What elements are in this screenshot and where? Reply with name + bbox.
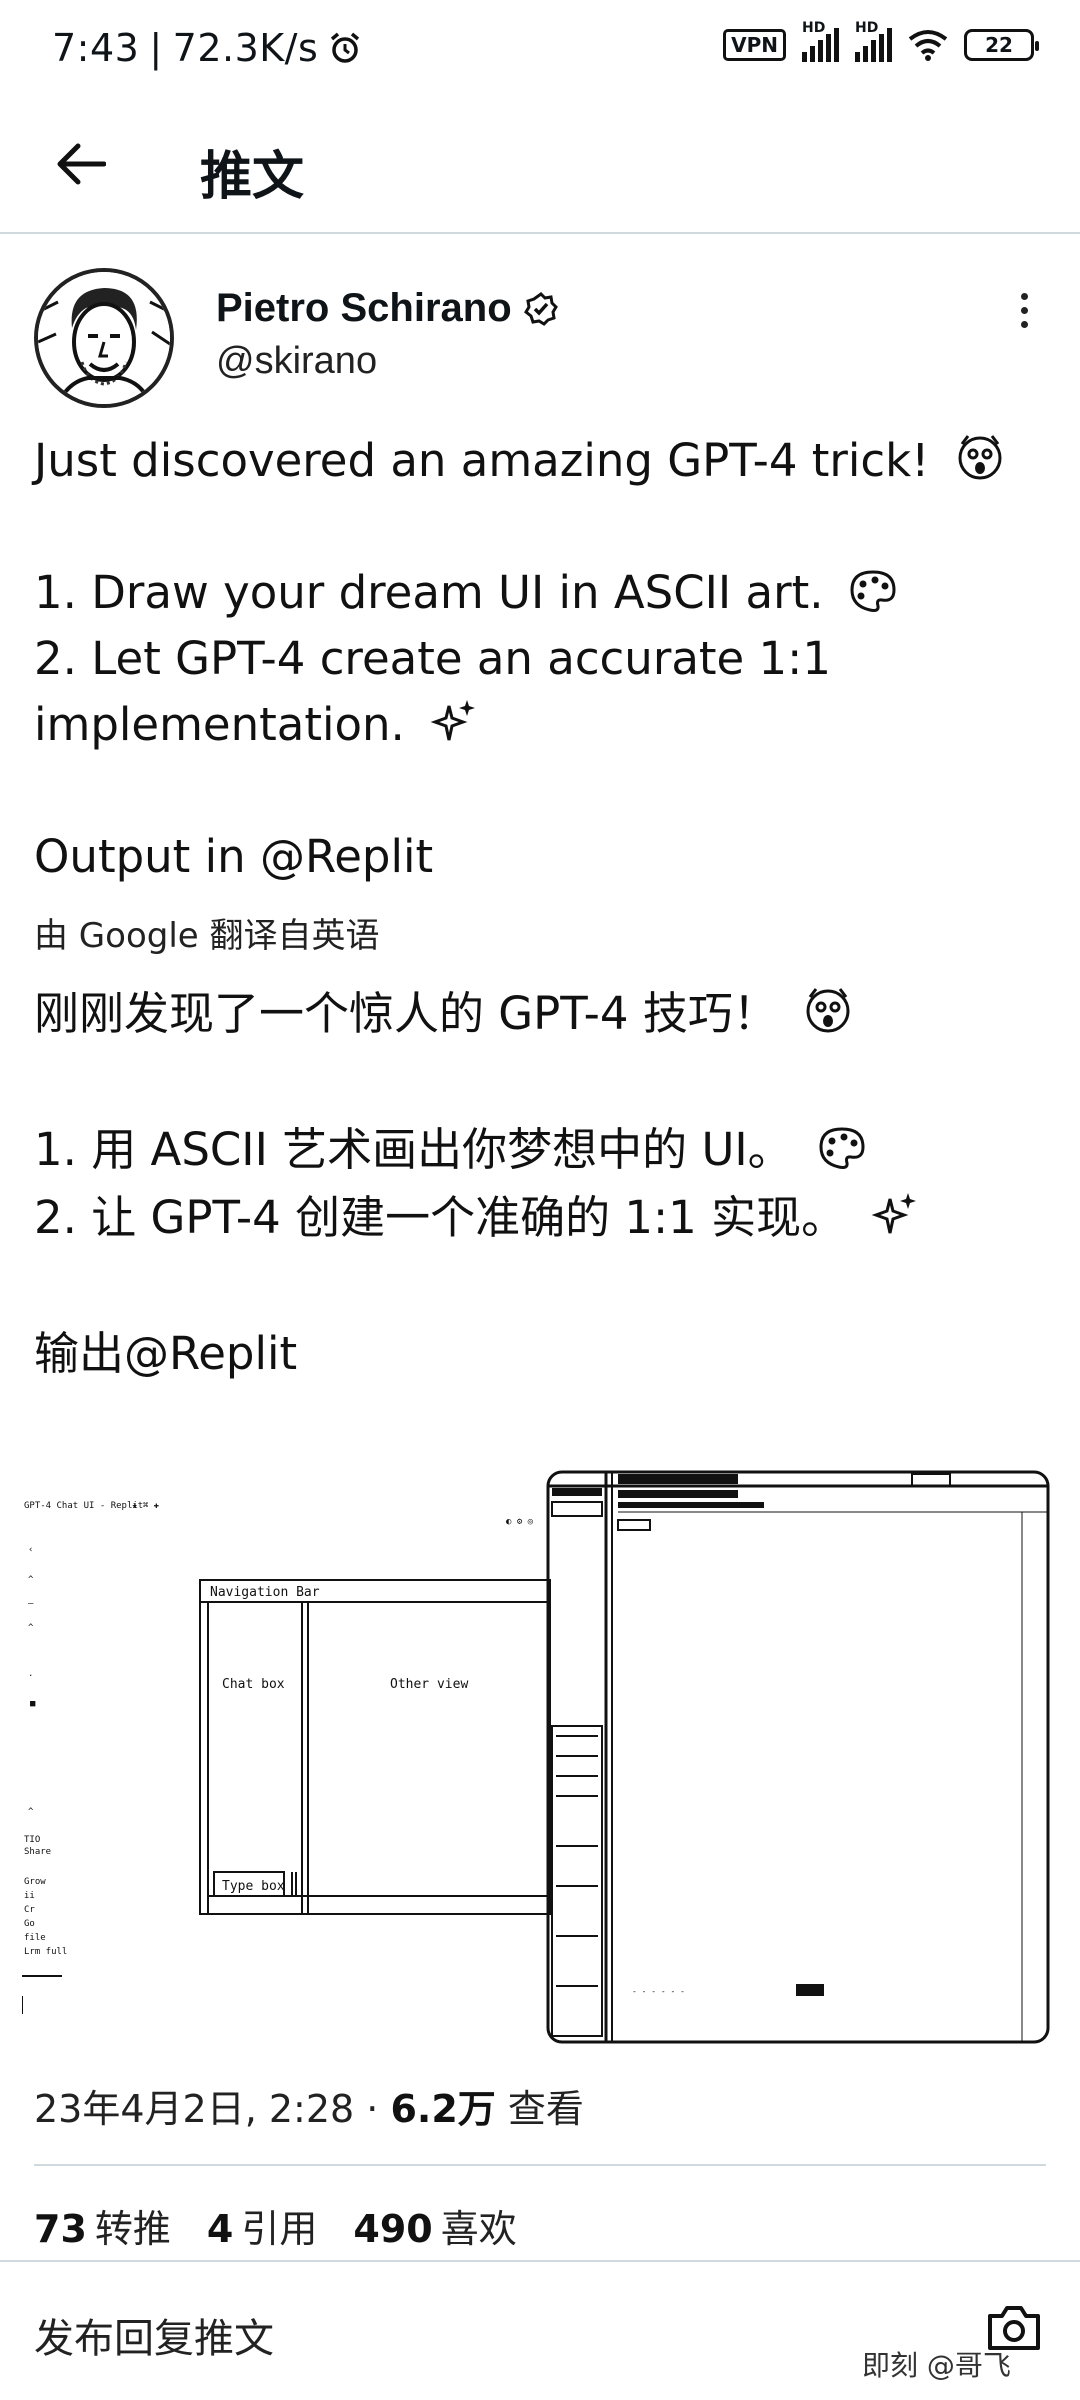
svg-text:- - - - - -: - - - - - - [632,1987,685,1996]
alarm-icon [331,32,360,63]
svg-text:★ ⌘ ✚: ★ ⌘ ✚ [132,1501,160,1511]
watermark: 即刻 @哥飞 [862,2349,1011,2382]
more-vertical-icon [1020,292,1028,300]
signal-icon-2: HD [855,20,892,62]
back-button[interactable] [44,128,116,200]
svg-text:^: ^ [28,1575,34,1585]
scream-emoji-icon [958,435,1002,480]
status-left: 7:43 | 72.3K/s [52,26,362,70]
author-name-text: Pietro Schirano [216,286,512,330]
svg-text:■: ■ [30,1699,36,1709]
likes-stat[interactable]: 490 喜欢 [353,2198,516,2253]
avatar[interactable] [34,268,174,408]
svg-text:.: . [28,1669,33,1679]
status-net-speed: 72.3K/s [172,26,319,70]
tweet-line: implementation. [34,692,1044,758]
svg-text:^: ^ [28,1623,34,1633]
battery-level: 22 [985,33,1013,57]
svg-text:◐ ⚙ ◎: ◐ ⚙ ◎ [506,1517,534,1527]
views-count: 6.2万 [390,2087,496,2131]
tweet-line: 2. Let GPT-4 create an accurate 1:1 [34,632,831,685]
author-name[interactable]: Pietro Schirano [216,286,558,331]
arrow-left-icon [57,143,106,185]
svg-text:‹: ‹ [28,1545,33,1555]
retweets-stat[interactable]: 73 转推 [34,2198,171,2253]
scream-emoji-icon [806,988,850,1033]
translated-line: 1. 用 ASCII 艺术画出你梦想中的 UI。 [34,1116,1044,1184]
svg-text:ii: ii [24,1891,35,1901]
media-other-view-label: Other view [390,1677,468,1692]
author-handle[interactable]: @skirano [216,340,377,383]
vpn-badge: VPN [723,29,786,61]
top-app-bar: 推文 [0,100,1080,234]
more-options-button[interactable] [1000,286,1048,334]
tweet-timestamp[interactable]: 23年4月2日, 2:28 · 6.2万 查看 [34,2078,584,2133]
svg-text:TIO: TIO [24,1835,40,1845]
quotes-stat[interactable]: 4 引用 [207,2198,317,2253]
media-type-box-label: Type box [222,1879,285,1894]
svg-text:Go: Go [24,1919,35,1929]
svg-text:—: — [28,1599,34,1609]
palette-emoji-icon [819,1127,865,1169]
reply-input[interactable]: 发布回复推文 [34,2306,274,2364]
media-screenshot: GPT-4 Chat UI - Replit ★ ⌘ ✚ ‹ ^ — ^ . ■ ^ TIO… [21,1466,1052,2044]
palette-emoji-icon [850,570,896,612]
views-label: 查看 [495,2087,584,2131]
translated-text: 刚刚发现了一个惊人的 GPT-4 技巧！ 1. 用 ASCII 艺术画出你梦想中… [34,980,1044,1388]
svg-text:Grow: Grow [24,1877,46,1887]
hd-label: HD [802,20,826,36]
tweet-line: Just discovered an amazing GPT-4 trick! [34,428,1044,494]
page-title: 推文 [200,147,305,207]
sparkles-emoji-icon [430,700,476,741]
media-chat-box-label: Chat box [222,1677,285,1692]
avatar-image [38,272,170,404]
media-doc-title: GPT-4 Chat UI - Replit [24,1501,143,1511]
sparkles-emoji-icon [872,1193,917,1234]
divider [0,2260,1080,2262]
status-time: 7:43 [52,26,140,70]
media-nav-bar-label: Navigation Bar [210,1585,320,1600]
translated-line: 刚刚发现了一个惊人的 GPT-4 技巧！ [34,980,1044,1048]
svg-text:Share: Share [24,1847,51,1857]
tweet-media-image[interactable]: GPT-4 Chat UI - Replit ★ ⌘ ✚ ‹ ^ — ^ . ■ ^ TIO… [21,1466,1052,2044]
hd-label-2: HD [855,20,879,36]
status-right: VPN HD HD 22 [723,20,1039,62]
tweet-text: Just discovered an amazing GPT-4 trick! … [34,428,1044,890]
translated-line: 2. 让 GPT-4 创建一个准确的 1:1 实现。 [34,1184,1044,1252]
translated-line: 输出@Replit [34,1327,298,1380]
wifi-icon [908,30,948,61]
status-bar: 7:43 | 72.3K/s VPN HD HD 22 [0,0,1080,100]
tweet-line: 1. Draw your dream UI in ASCII art. [34,560,1044,626]
signal-icon: HD [802,20,839,62]
svg-text:^: ^ [28,1807,34,1817]
tweet-line: Output in @Replit [34,830,434,883]
divider [34,2164,1046,2166]
engagement-stats: 73 转推 4 引用 490 喜欢 [34,2198,517,2253]
tweet-date: 23年4月2日, 2:28 · [34,2087,391,2131]
translated-by-label[interactable]: 由 Google 翻译自英语 [34,908,380,957]
battery-indicator: 22 [964,29,1039,61]
svg-text:Cr: Cr [24,1905,35,1915]
svg-text:Lrm full: Lrm full [24,1947,67,1957]
svg-text:file: file [24,1933,46,1943]
status-separator: | [149,26,163,70]
verified-badge-icon [523,291,558,326]
